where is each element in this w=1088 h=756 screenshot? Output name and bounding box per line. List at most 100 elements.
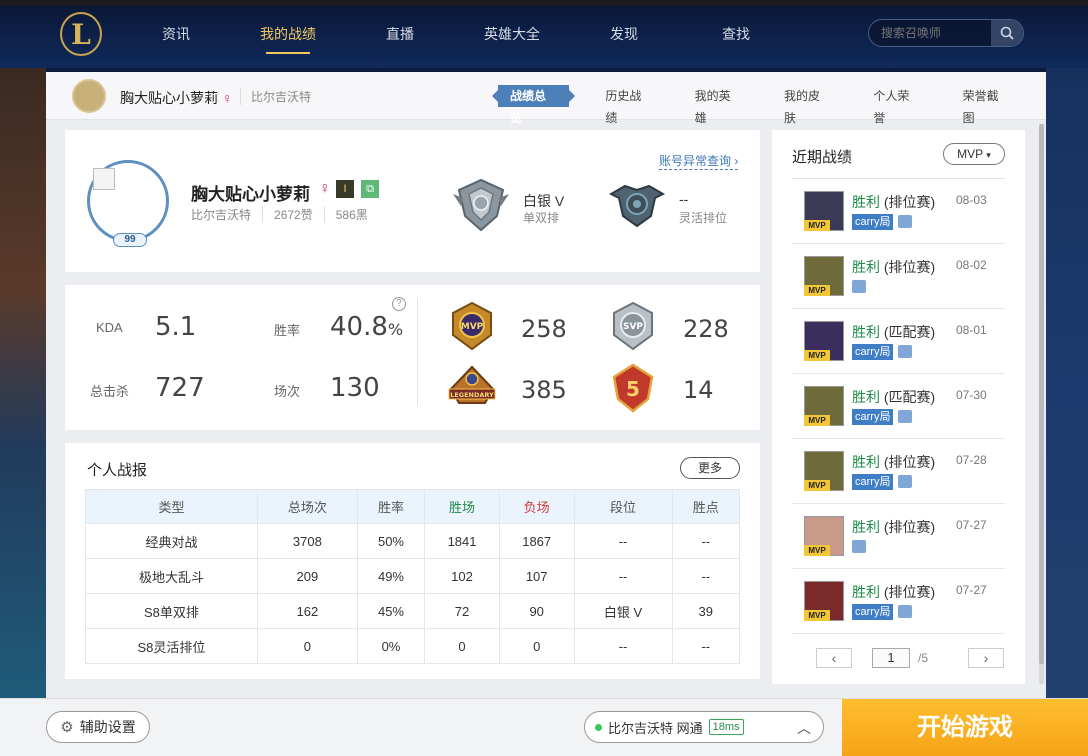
nav-item-heroes[interactable]: 英雄大全: [456, 20, 568, 48]
server-name: 比尔吉沃特: [240, 88, 311, 105]
games-label: 场次: [274, 384, 301, 399]
cell-winrate: 49%: [356, 558, 426, 594]
kills-value: 727: [155, 373, 205, 403]
header-lp: 胜点: [671, 489, 741, 524]
recent-title: 近期战绩: [792, 149, 853, 166]
screenshot-icon[interactable]: [898, 605, 912, 618]
bottom-bar: ⚙ 辅助设置 比尔吉沃特 网通 18ms ︿ 开始游戏: [0, 698, 1088, 756]
carry-badge: carry局: [852, 474, 894, 490]
svp-count: 228: [683, 315, 729, 343]
cell-wins: 1841: [424, 523, 500, 559]
screenshot-icon[interactable]: [898, 410, 912, 423]
kills-label: 总击杀: [90, 384, 130, 399]
match-result: 胜利 (排位赛): [852, 517, 935, 537]
status-dot-icon: [595, 723, 602, 731]
match-result-text: 胜利: [852, 194, 880, 210]
copy-icon[interactable]: ⧉: [361, 180, 379, 198]
screenshot-icon[interactable]: [898, 475, 912, 488]
profile-meta: 比尔吉沃特 2672赞 586黑: [191, 206, 379, 223]
nav-item-my-record[interactable]: 我的战绩: [232, 20, 344, 54]
cell-wins: 72: [424, 593, 500, 629]
account-anomaly-link[interactable]: 账号异常查询 ›: [659, 152, 739, 170]
list-item[interactable]: MVP 胜利 (排位赛) carry局 07-28: [792, 439, 1005, 504]
mvp-filter-dropdown[interactable]: MVP ▾: [943, 143, 1005, 165]
tab-my-heroes[interactable]: 我的英雄: [689, 85, 748, 125]
carry-badge: carry局: [852, 409, 894, 425]
list-item[interactable]: MVP 胜利 (匹配赛) carry局 07-30: [792, 374, 1005, 439]
list-item[interactable]: MVP 胜利 (匹配赛) carry局 08-01: [792, 309, 1005, 374]
tab-history[interactable]: 历史战绩: [599, 85, 658, 125]
screenshot-icon[interactable]: [852, 280, 866, 293]
assist-settings-button[interactable]: ⚙ 辅助设置: [46, 711, 150, 743]
more-button[interactable]: 更多: [680, 457, 740, 479]
list-item[interactable]: MVP 胜利 (排位赛) carry局 08-03: [792, 179, 1005, 244]
cell-wins: 102: [424, 558, 500, 594]
summoner-name-text: 胸大贴心小萝莉: [120, 90, 218, 106]
match-mode: (匹配赛): [883, 389, 936, 405]
search-input[interactable]: [869, 26, 991, 40]
match-mode: (排位赛): [883, 194, 936, 210]
match-date: 07-30: [956, 388, 987, 402]
nav-item-search[interactable]: 查找: [680, 20, 792, 48]
prev-page-button[interactable]: ‹: [816, 648, 852, 668]
main-nav: 资讯 我的战绩 直播 英雄大全 发现 查找: [120, 20, 792, 54]
cell-lp: --: [671, 558, 741, 594]
mvp-honor-icon: MVP: [452, 301, 492, 351]
profile-card: 99 胸大贴心小萝莉 ♀ I ⧉ 比尔吉沃特 2672赞 586黑 账号异常查询…: [65, 130, 760, 272]
cell-total: 209: [256, 558, 358, 594]
tab-overview[interactable]: 战绩总览: [491, 85, 576, 125]
help-icon[interactable]: ?: [392, 297, 406, 311]
main-panel: 胸大贴心小萝莉 ♀ 比尔吉沃特 战绩总览 历史战绩 我的英雄 我的皮肤 个人荣誉 …: [46, 72, 1046, 698]
header-losses: 负场: [498, 489, 575, 524]
match-mode: (排位赛): [883, 584, 936, 600]
list-item[interactable]: MVP 胜利 (排位赛) 08-02: [792, 244, 1005, 309]
tab-honor-screenshots[interactable]: 荣誉截图: [957, 85, 1016, 125]
svg-text:MVP: MVP: [461, 322, 484, 332]
winrate-value: 40.8%: [330, 312, 403, 342]
table-row: 极地大乱斗 209 49% 102 107 -- --: [85, 558, 741, 594]
match-date: 08-02: [956, 258, 987, 272]
scrollbar[interactable]: [1039, 124, 1044, 684]
screenshot-icon[interactable]: [898, 345, 912, 358]
match-mode: (排位赛): [883, 454, 936, 470]
list-item[interactable]: MVP 胜利 (排位赛) 07-27: [792, 504, 1005, 569]
mvp-tag: MVP: [804, 415, 830, 426]
current-page[interactable]: 1: [872, 648, 910, 668]
screenshot-icon[interactable]: [852, 540, 866, 553]
cell-lp: --: [671, 628, 741, 664]
scrollbar-thumb[interactable]: [1039, 124, 1044, 664]
pentakill-count: 14: [683, 376, 714, 404]
tab-my-skins[interactable]: 我的皮肤: [778, 85, 837, 125]
table-row: S8单双排 162 45% 72 90 白银 V 39: [85, 593, 741, 629]
list-item[interactable]: MVP 胜利 (排位赛) carry局 07-27: [792, 569, 1005, 634]
avatar[interactable]: [72, 79, 106, 113]
match-date: 08-01: [956, 323, 987, 337]
match-date: 07-28: [956, 453, 987, 467]
match-result-text: 胜利: [852, 259, 880, 275]
match-result: 胜利 (匹配赛): [852, 322, 935, 342]
kda-label: KDA: [96, 320, 123, 335]
start-game-button[interactable]: 开始游戏: [842, 699, 1088, 756]
report-title: 个人战报: [87, 462, 148, 479]
mvp-tag: MVP: [804, 285, 830, 296]
nav-item-discover[interactable]: 发现: [568, 20, 680, 48]
assist-settings-label: 辅助设置: [79, 719, 136, 735]
window-title-strip: [0, 0, 1088, 6]
tab-honors[interactable]: 个人荣誉: [867, 85, 926, 125]
screenshot-icon[interactable]: [898, 215, 912, 228]
nav-item-live[interactable]: 直播: [344, 20, 456, 48]
legendary-honor-icon: LEGENDARY: [448, 365, 496, 404]
match-result-text: 胜利: [852, 584, 880, 600]
svg-text:LEGENDARY: LEGENDARY: [450, 391, 494, 399]
lol-logo[interactable]: L: [60, 12, 102, 56]
svg-text:SVP: SVP: [623, 322, 643, 332]
background-art-left: [0, 68, 46, 698]
nav-item-news[interactable]: 资讯: [120, 20, 232, 48]
recent-matches-panel: 近期战绩 MVP ▾ MVP 胜利 (排位赛) carry局 08-03 MVP 胜利 (…: [772, 130, 1025, 684]
next-page-button[interactable]: ›: [968, 648, 1005, 668]
profile-name: 胸大贴心小萝莉: [191, 185, 310, 204]
cell-total: 0: [256, 628, 358, 664]
search-button[interactable]: [991, 20, 1023, 46]
server-selector[interactable]: 比尔吉沃特 网通 18ms ︿: [584, 711, 824, 743]
cell-type: 经典对战: [85, 523, 258, 559]
